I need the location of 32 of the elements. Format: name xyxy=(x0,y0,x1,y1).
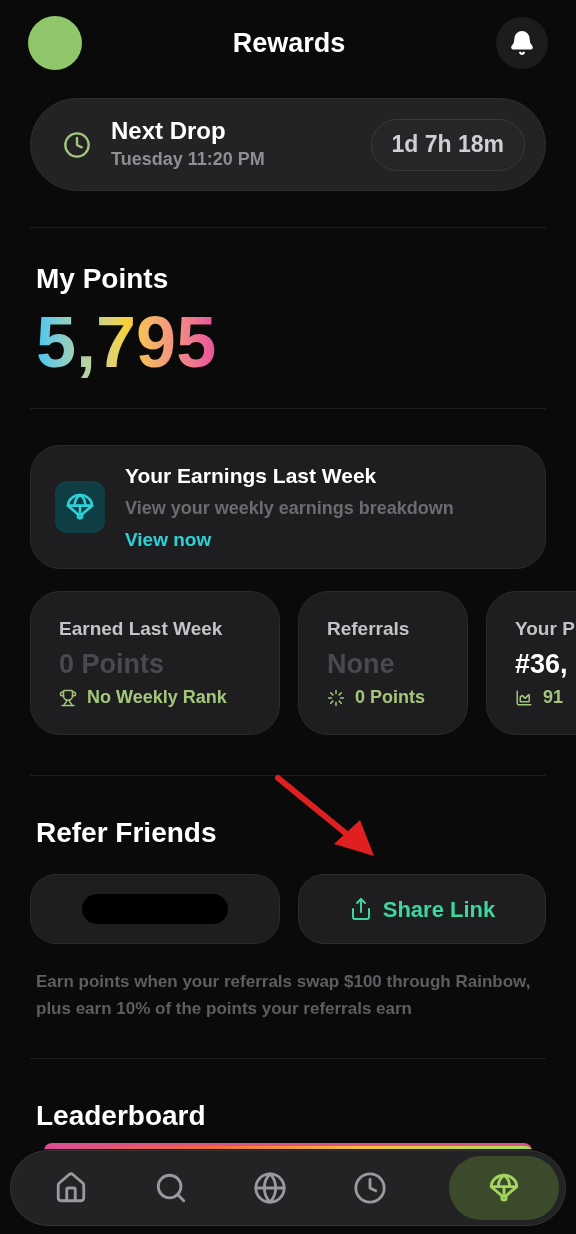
avatar[interactable] xyxy=(28,16,82,70)
earnings-card[interactable]: Your Earnings Last Week View your weekly earnings breakdown View now xyxy=(30,445,546,569)
spinner-icon xyxy=(327,688,345,707)
nav-tab[interactable] xyxy=(449,1156,559,1220)
section-heading: Refer Friends xyxy=(36,816,218,850)
home-icon xyxy=(54,1171,88,1205)
stat-title: Your P xyxy=(515,617,576,641)
clock-icon xyxy=(352,1171,387,1205)
earnings-title: Your Earnings Last Week xyxy=(125,462,378,489)
next-drop-title: Next Drop xyxy=(111,116,227,146)
stat-title: Earned Last Week xyxy=(59,617,224,641)
earnings-subtitle: View your weekly earnings breakdown xyxy=(125,497,454,520)
notifications-button[interactable] xyxy=(496,17,548,69)
section-heading: Leaderboard xyxy=(36,1099,207,1133)
next-drop-time: Tuesday 11:20 PM xyxy=(111,148,266,171)
share-link-button[interactable]: Share Link xyxy=(298,874,546,944)
trophy-icon xyxy=(59,688,77,707)
stat-note: 0 Points xyxy=(355,686,425,709)
page-title: Rewards xyxy=(232,26,346,60)
parachute-icon xyxy=(64,491,96,523)
stat-value: #36, xyxy=(515,647,569,681)
bell-icon xyxy=(509,30,535,56)
area-chart-icon xyxy=(515,688,533,707)
stat-note: No Weekly Rank xyxy=(87,686,227,709)
countdown-badge: 1d 7h 18m xyxy=(370,118,525,171)
clock-icon xyxy=(63,130,91,159)
view-now-link[interactable]: View now xyxy=(125,526,454,555)
stat-note: 91 xyxy=(543,686,564,709)
section-heading: My Points xyxy=(36,262,170,296)
referral-description: Earn points when your referrals swap $100 through Rainbow, plus earn 10% of the points your referrals earn xyxy=(36,971,532,1020)
globe-icon xyxy=(253,1171,287,1205)
stat-title: Referrals xyxy=(327,617,411,641)
